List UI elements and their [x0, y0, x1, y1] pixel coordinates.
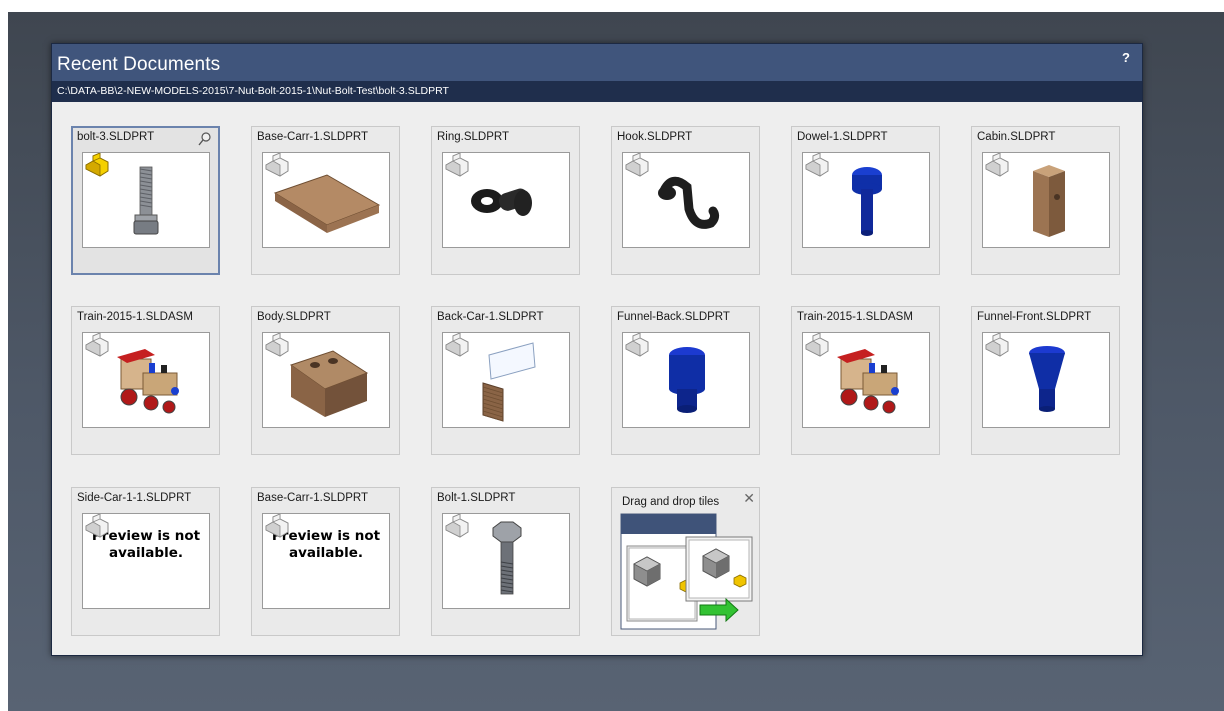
part-document-icon	[625, 153, 649, 177]
document-name-label: Funnel-Back.SLDPRT	[617, 311, 730, 323]
document-tile-base-carr-1-sldprt[interactable]: Base-Carr-1.SLDPRT Preview is not availab…	[251, 487, 400, 636]
part-document-icon	[265, 333, 289, 357]
document-name-label: Funnel-Front.SLDPRT	[977, 311, 1092, 323]
document-tile-base-carr-1-sldprt[interactable]: Base-Carr-1.SLDPRT	[251, 126, 400, 275]
document-preview	[82, 152, 210, 248]
document-preview	[982, 332, 1110, 428]
document-preview	[262, 152, 390, 248]
part-document-icon	[445, 333, 469, 357]
document-tile-hook-sldprt[interactable]: Hook.SLDPRT	[611, 126, 760, 275]
document-name-label: Dowel-1.SLDPRT	[797, 131, 888, 143]
file-path-bar: C:\DATA-BB\2-NEW-MODELS-2015\7-Nut-Bolt-…	[52, 81, 1142, 102]
document-name-label: Base-Carr-1.SLDPRT	[257, 492, 368, 504]
document-tile-body-sldprt[interactable]: Body.SLDPRT	[251, 306, 400, 455]
drag-drop-illustration-icon	[620, 513, 753, 630]
document-name-label: Side-Car-1-1.SLDPRT	[77, 492, 192, 504]
document-preview	[802, 152, 930, 248]
document-preview	[442, 513, 570, 609]
part-document-icon	[625, 333, 649, 357]
part-document-icon	[985, 153, 1009, 177]
part-document-icon	[85, 514, 109, 538]
part-document-icon	[85, 153, 109, 177]
document-preview	[622, 332, 750, 428]
dialog-header: Recent Documents ?	[52, 44, 1142, 81]
document-tile-funnel-front-sldprt[interactable]: Funnel-Front.SLDPRT	[971, 306, 1120, 455]
document-preview: Preview is not available.	[262, 513, 390, 609]
part-document-icon	[805, 153, 829, 177]
document-tile-funnel-back-sldprt[interactable]: Funnel-Back.SLDPRT	[611, 306, 760, 455]
document-name-label: Cabin.SLDPRT	[977, 131, 1056, 143]
part-document-icon	[445, 153, 469, 177]
document-preview	[82, 332, 210, 428]
dialog-title: Recent Documents	[57, 54, 221, 75]
document-tile-train-2015-1-sldasm[interactable]: Train-2015-1.SLDASM	[791, 306, 940, 455]
part-document-icon	[265, 153, 289, 177]
part-document-icon	[265, 514, 289, 538]
part-document-icon	[805, 333, 829, 357]
document-name-label: Base-Carr-1.SLDPRT	[257, 131, 368, 143]
document-tile-bolt-1-sldprt[interactable]: Bolt-1.SLDPRT	[431, 487, 580, 636]
document-preview	[442, 152, 570, 248]
document-tile-side-car-1-1-sldprt[interactable]: Side-Car-1-1.SLDPRT Preview is not availa…	[71, 487, 220, 636]
document-name-label: Back-Car-1.SLDPRT	[437, 311, 544, 323]
document-preview	[442, 332, 570, 428]
document-tile-ring-sldprt[interactable]: Ring.SLDPRT	[431, 126, 580, 275]
document-tile-train-2015-1-sldasm[interactable]: Train-2015-1.SLDASM	[71, 306, 220, 455]
part-document-icon	[445, 514, 469, 538]
document-name-label: Body.SLDPRT	[257, 311, 331, 323]
document-preview: Preview is not available.	[82, 513, 210, 609]
document-name-label: Train-2015-1.SLDASM	[77, 311, 193, 323]
drag-drop-tip-tile: Drag and drop tiles ✕	[611, 487, 760, 636]
document-preview	[622, 152, 750, 248]
recent-documents-dialog: Recent Documents ? C:\DATA-BB\2-NEW-MODE…	[51, 43, 1143, 656]
document-tile-back-car-1-sldprt[interactable]: Back-Car-1.SLDPRT	[431, 306, 580, 455]
document-tile-bolt-3-sldprt[interactable]: bolt-3.SLDPRT	[71, 126, 220, 275]
document-name-label: Ring.SLDPRT	[437, 131, 510, 143]
document-name-label: bolt-3.SLDPRT	[77, 131, 155, 143]
document-name-label: Train-2015-1.SLDASM	[797, 311, 913, 323]
document-preview	[262, 332, 390, 428]
document-name-label: Bolt-1.SLDPRT	[437, 492, 516, 504]
document-tile-cabin-sldprt[interactable]: Cabin.SLDPRT	[971, 126, 1120, 275]
pin-icon[interactable]	[197, 131, 213, 147]
part-document-icon	[985, 333, 1009, 357]
document-name-label: Hook.SLDPRT	[617, 131, 693, 143]
help-button[interactable]: ?	[1122, 50, 1130, 65]
document-tile-dowel-1-sldprt[interactable]: Dowel-1.SLDPRT	[791, 126, 940, 275]
part-document-icon	[85, 333, 109, 357]
document-preview	[982, 152, 1110, 248]
document-preview	[802, 332, 930, 428]
